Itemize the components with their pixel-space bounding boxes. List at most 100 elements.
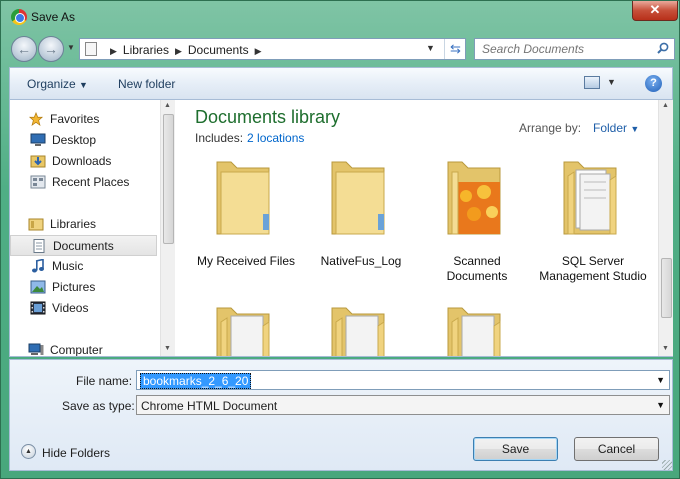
- file-list-scrollbar[interactable]: ▲ ▼: [658, 100, 673, 356]
- view-dropdown-icon[interactable]: ▼: [607, 77, 616, 87]
- downloads-icon: [30, 155, 46, 168]
- documents-icon: [33, 239, 45, 253]
- cancel-button[interactable]: Cancel: [574, 437, 659, 461]
- folder-item[interactable]: [191, 302, 301, 356]
- scroll-up-icon[interactable]: ▲: [164, 102, 171, 109]
- change-view-icon[interactable]: [584, 76, 600, 89]
- search-box[interactable]: [474, 38, 675, 60]
- scroll-down-icon[interactable]: ▼: [164, 345, 171, 352]
- folder-name: NativeFus_Log: [320, 254, 402, 268]
- library-title: Documents library: [195, 107, 341, 127]
- sidebar-item-desktop[interactable]: Desktop: [10, 130, 157, 151]
- music-icon: [32, 259, 44, 273]
- sidebar-item-recent-places[interactable]: Recent Places: [10, 172, 157, 193]
- folder-item[interactable]: [306, 302, 416, 356]
- videos-icon: [30, 301, 46, 315]
- save-as-dialog: Save As ✕ ← → ▼ ▶ Libraries ▶ Documents ▶ ▼ …: [0, 0, 680, 479]
- folder-name: SQL Server Management Studio: [539, 254, 647, 283]
- file-name-label: File name:: [76, 374, 133, 388]
- scroll-up-icon[interactable]: ▲: [662, 102, 669, 109]
- close-button[interactable]: ✕: [632, 1, 678, 21]
- resize-grip[interactable]: [662, 460, 672, 470]
- folder-docs-icon: [563, 161, 617, 235]
- refresh-icon: ⇆: [450, 41, 461, 56]
- sidebar-item-computer[interactable]: Computer: [10, 340, 157, 356]
- address-bar[interactable]: ▶ Libraries ▶ Documents ▶ ▼ ⇆: [79, 38, 466, 60]
- help-icon[interactable]: ?: [645, 75, 662, 92]
- hide-folders-icon[interactable]: ▲: [21, 444, 36, 459]
- breadcrumb: ▶ Libraries ▶ Documents ▶: [104, 43, 268, 57]
- save-type-select[interactable]: Chrome HTML Document ▼: [136, 395, 670, 415]
- star-icon: [28, 112, 44, 126]
- search-icon[interactable]: [657, 42, 669, 54]
- folder-item[interactable]: SQL Server Management Studio: [538, 156, 648, 301]
- sidebar-label: Libraries: [50, 217, 97, 231]
- folder-docs-icon: [447, 307, 501, 356]
- forward-arrow-icon: →: [44, 41, 58, 57]
- forward-button[interactable]: →: [38, 36, 64, 62]
- chevron-down-icon: ▼: [79, 80, 88, 90]
- folder-item[interactable]: [422, 302, 532, 356]
- library-icon: [85, 42, 97, 56]
- sidebar-item-favorites[interactable]: Favorites: [10, 109, 157, 130]
- sidebar-item-videos[interactable]: Videos: [10, 298, 157, 319]
- refresh-button[interactable]: ⇆: [444, 39, 466, 59]
- breadcrumb-documents[interactable]: Documents: [188, 43, 249, 57]
- folder-icon: [216, 161, 270, 235]
- sidebar-label: Desktop: [52, 133, 97, 147]
- folder-item[interactable]: NativeFus_Log: [306, 156, 416, 271]
- breadcrumb-libraries[interactable]: Libraries: [123, 43, 169, 57]
- includes-label: Includes:: [195, 131, 244, 145]
- folder-photo-icon: [447, 161, 501, 235]
- scroll-thumb[interactable]: [661, 258, 672, 318]
- folder-item[interactable]: Scanned Documents: [422, 156, 532, 286]
- history-dropdown-icon[interactable]: ▼: [67, 43, 75, 52]
- sidebar-label: Videos: [52, 301, 89, 315]
- arrange-by-label: Arrange by:: [519, 121, 582, 135]
- library-includes: Includes: 2 locations: [195, 131, 304, 145]
- folder-item[interactable]: My Received Files: [191, 156, 301, 271]
- sidebar-label: Recent Places: [52, 175, 130, 189]
- window-title: Save As: [31, 10, 76, 24]
- chevron-right-icon[interactable]: ▶: [255, 46, 262, 56]
- sidebar-item-libraries[interactable]: Libraries: [10, 214, 157, 235]
- pictures-icon: [30, 280, 46, 294]
- desktop-icon: [30, 133, 46, 146]
- title-bar: Save As ✕: [1, 1, 680, 33]
- sidebar-label: Downloads: [52, 154, 112, 168]
- back-button[interactable]: ←: [11, 36, 37, 62]
- sidebar-scrollbar[interactable]: ▲ ▼: [160, 100, 175, 356]
- chrome-icon: [11, 9, 27, 25]
- sidebar-label: Pictures: [52, 280, 96, 294]
- sidebar-item-pictures[interactable]: Pictures: [10, 277, 157, 298]
- search-input[interactable]: [475, 39, 651, 59]
- arrange-value: Folder: [593, 121, 628, 135]
- chevron-down-icon[interactable]: ▼: [656, 375, 665, 385]
- sidebar-label: Documents: [53, 239, 114, 253]
- chevron-down-icon: ▼: [630, 124, 640, 134]
- sidebar-item-music[interactable]: Music: [10, 256, 157, 277]
- sidebar-item-downloads[interactable]: Downloads: [10, 151, 157, 172]
- chevron-down-icon[interactable]: ▼: [656, 400, 665, 410]
- file-name-field[interactable]: bookmarks_2_6_20 ▼: [136, 370, 670, 390]
- chevron-right-icon[interactable]: ▶: [175, 46, 182, 56]
- scroll-thumb[interactable]: [163, 114, 174, 244]
- sidebar-label: Favorites: [50, 112, 100, 126]
- sidebar-label: Computer: [50, 343, 103, 356]
- sidebar-item-documents[interactable]: Documents: [10, 235, 157, 256]
- address-dropdown-icon[interactable]: ▼: [426, 43, 435, 53]
- save-type-label: Save as type:: [62, 399, 135, 413]
- hide-folders-button[interactable]: Hide Folders: [42, 446, 110, 460]
- browser-area: Favorites Desktop Downloads Recent Place…: [9, 99, 673, 357]
- save-button[interactable]: Save: [473, 437, 558, 461]
- folder-docs-icon: [331, 307, 385, 356]
- locations-link[interactable]: 2 locations: [247, 131, 304, 145]
- new-folder-button[interactable]: New folder: [118, 77, 175, 91]
- arrange-by-dropdown[interactable]: Folder ▼: [593, 121, 639, 135]
- back-arrow-icon: ←: [17, 41, 31, 57]
- chevron-right-icon[interactable]: ▶: [110, 46, 117, 56]
- navigation-pane: Favorites Desktop Downloads Recent Place…: [10, 100, 160, 356]
- scroll-down-icon[interactable]: ▼: [662, 345, 669, 352]
- file-name-value[interactable]: bookmarks_2_6_20: [140, 373, 252, 389]
- organize-button[interactable]: Organize ▼: [27, 77, 88, 91]
